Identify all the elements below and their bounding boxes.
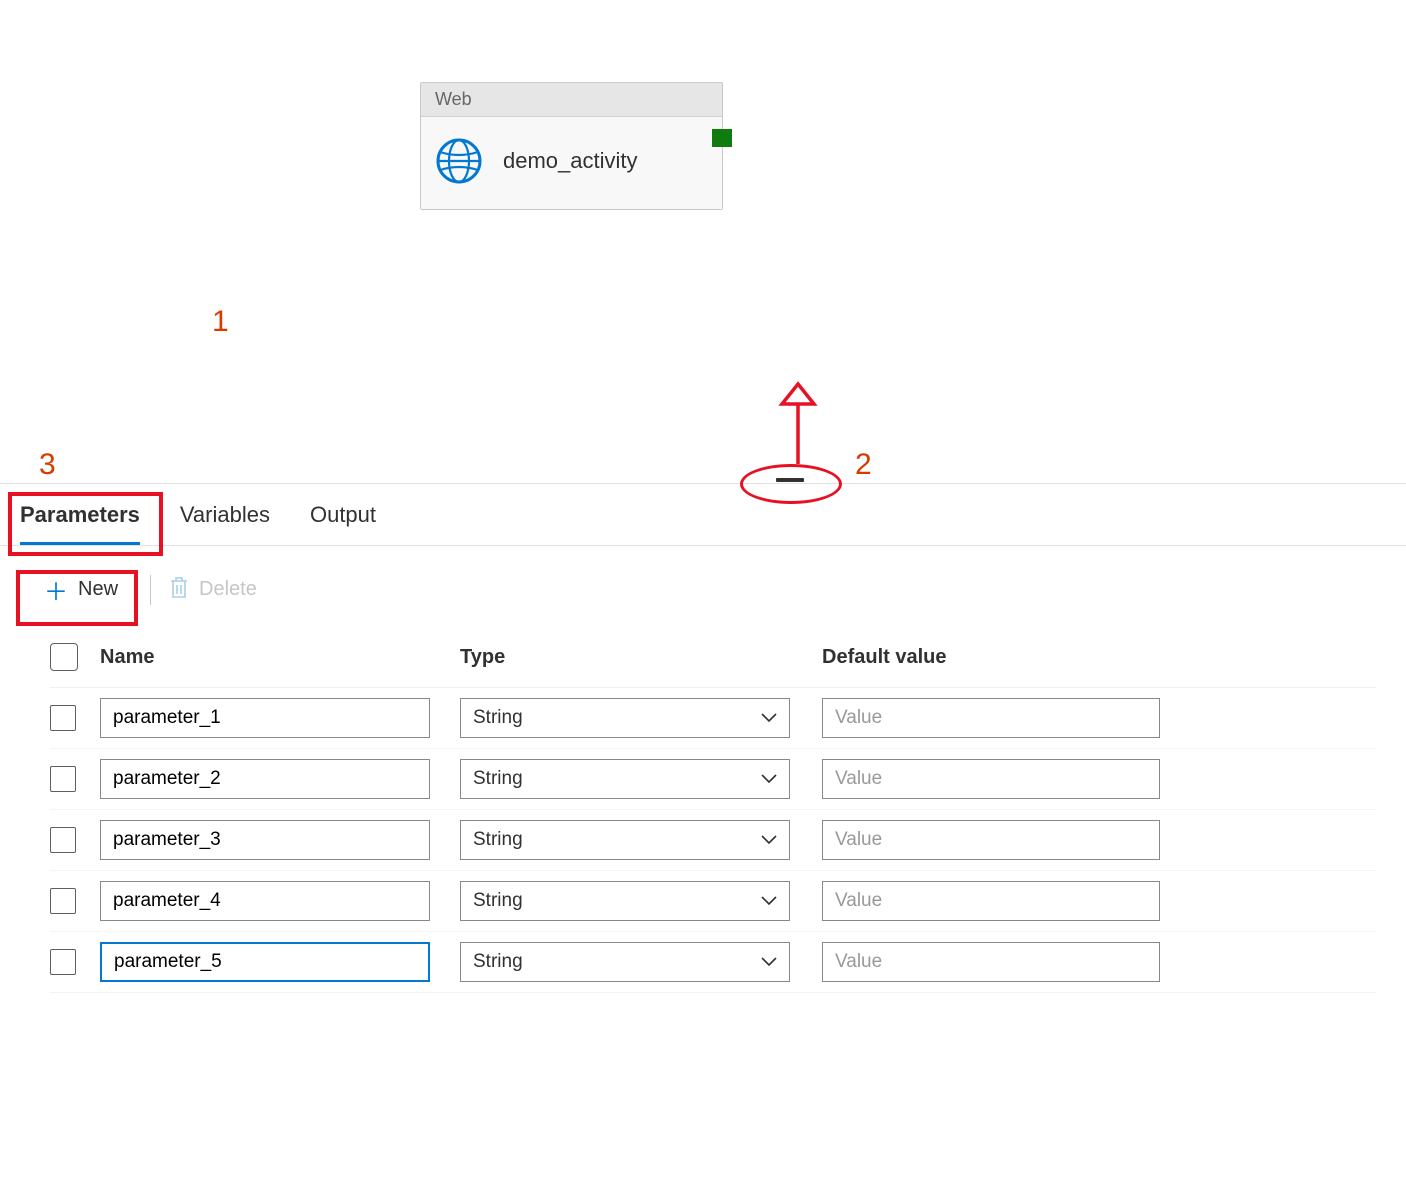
trash-icon [169, 575, 189, 605]
chevron-down-icon [761, 893, 777, 909]
header-value: Default value [822, 646, 1376, 669]
row-checkbox[interactable] [50, 949, 76, 975]
table-row: String [50, 871, 1376, 932]
row-checkbox[interactable] [50, 827, 76, 853]
plus-icon: ＋ [44, 572, 68, 607]
chevron-down-icon [761, 954, 777, 970]
type-value: String [473, 768, 523, 790]
parameter-name-input[interactable] [100, 881, 430, 921]
parameter-type-select[interactable]: String [460, 942, 790, 982]
web-activity-node[interactable]: Web demo_activity [420, 82, 723, 210]
parameter-type-select[interactable]: String [460, 881, 790, 921]
table-header-row: Name Type Default value [50, 633, 1376, 688]
table-row: String [50, 932, 1376, 993]
type-value: String [473, 829, 523, 851]
chevron-down-icon [761, 771, 777, 787]
chevron-down-icon [761, 832, 777, 848]
parameter-value-input[interactable] [822, 820, 1160, 860]
parameter-type-select[interactable]: String [460, 759, 790, 799]
type-value: String [473, 707, 523, 729]
new-button-label: New [78, 578, 118, 601]
parameter-value-input[interactable] [822, 881, 1160, 921]
type-value: String [473, 890, 523, 912]
parameter-type-select[interactable]: String [460, 820, 790, 860]
activity-success-connector[interactable] [712, 129, 732, 147]
header-name: Name [100, 646, 460, 669]
header-type: Type [460, 646, 822, 669]
row-checkbox[interactable] [50, 766, 76, 792]
pipeline-canvas[interactable]: Web demo_activity [0, 0, 1406, 483]
new-button[interactable]: ＋ New [30, 564, 132, 615]
globe-icon [435, 137, 483, 185]
delete-button-label: Delete [199, 578, 257, 601]
parameter-value-input[interactable] [822, 942, 1160, 982]
table-row: String [50, 810, 1376, 871]
parameter-name-input[interactable] [100, 759, 430, 799]
parameter-value-input[interactable] [822, 759, 1160, 799]
activity-type-label: Web [421, 83, 722, 117]
row-checkbox[interactable] [50, 705, 76, 731]
parameter-name-input[interactable] [100, 942, 430, 982]
activity-name: demo_activity [503, 148, 638, 174]
chevron-down-icon [761, 710, 777, 726]
type-value: String [473, 951, 523, 973]
parameters-toolbar: ＋ New Delete [0, 546, 1406, 633]
parameter-name-input[interactable] [100, 820, 430, 860]
select-all-checkbox[interactable] [50, 643, 78, 671]
tab-output[interactable]: Output [310, 484, 376, 545]
tab-variables[interactable]: Variables [180, 484, 270, 545]
panel-collapse-handle[interactable] [776, 478, 804, 482]
table-row: String [50, 749, 1376, 810]
parameter-name-input[interactable] [100, 698, 430, 738]
tab-parameters[interactable]: Parameters [20, 484, 140, 545]
parameter-type-select[interactable]: String [460, 698, 790, 738]
panel-tabs: Parameters Variables Output [0, 483, 1406, 546]
toolbar-divider [150, 575, 151, 605]
parameters-table: Name Type Default value String String Stri… [0, 633, 1406, 993]
row-checkbox[interactable] [50, 888, 76, 914]
table-row: String [50, 688, 1376, 749]
parameter-value-input[interactable] [822, 698, 1160, 738]
delete-button: Delete [169, 575, 257, 605]
